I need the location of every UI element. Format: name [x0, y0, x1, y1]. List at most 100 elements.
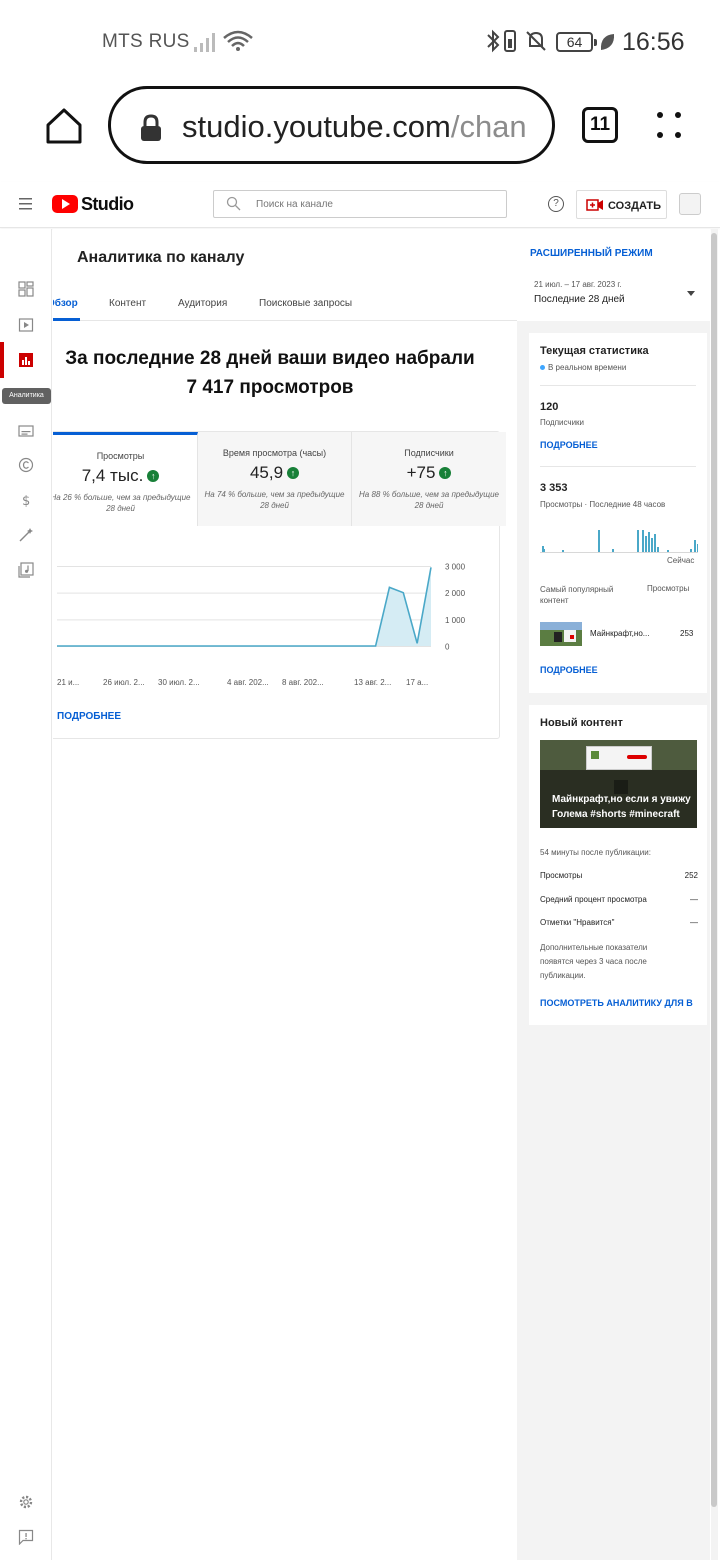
- views-48h-label: Просмотры · Последние 48 часов: [540, 500, 666, 509]
- pending-metrics-note: Дополнительные показатели появятся через…: [540, 943, 648, 980]
- thumbnail-figure: [554, 632, 562, 642]
- monetization-icon[interactable]: $: [18, 492, 34, 508]
- metric-value: +75 ↑: [352, 463, 506, 483]
- stat-row-views: Просмотры 252: [540, 871, 698, 880]
- y-tick-label: 0: [445, 643, 450, 652]
- new-video-thumbnail[interactable]: Майнкрафт,но если я увижу Голема #shorts…: [540, 740, 697, 828]
- x-tick-label: 21 и...: [57, 678, 79, 687]
- live-dot-icon: [540, 365, 545, 370]
- analytics-tooltip: Аналитика: [2, 388, 51, 404]
- metric-value-text: 45,9: [249, 463, 284, 482]
- leaf-icon: [600, 34, 615, 50]
- svg-text:$: $: [22, 494, 30, 508]
- youtube-logo-icon[interactable]: [52, 194, 78, 214]
- realtime-bar: [690, 549, 692, 552]
- analytics-icon[interactable]: [18, 352, 34, 368]
- thumbnail-badge: [570, 635, 574, 639]
- account-avatar[interactable]: [679, 193, 701, 215]
- address-bar[interactable]: studio.youtube.com/chan: [108, 86, 555, 164]
- subscribers-label: Подписчики: [540, 418, 585, 427]
- stat-label: Отметки "Нравится": [540, 918, 615, 927]
- main-content: Аналитика по каналу Обзор Контент Аудито…: [53, 229, 517, 1560]
- chevron-down-icon[interactable]: [687, 291, 695, 296]
- audio-library-icon[interactable]: [18, 562, 34, 578]
- thumbnail-sky: [540, 622, 582, 630]
- content-icon[interactable]: [18, 317, 34, 333]
- search-icon: [226, 196, 241, 211]
- carrier-name: MTS RUS: [102, 31, 190, 52]
- subtitles-icon[interactable]: [18, 423, 34, 439]
- signal-icon: [194, 33, 215, 52]
- create-button[interactable]: СОЗДАТЬ: [576, 190, 667, 219]
- hamburger-menu-icon[interactable]: [18, 197, 34, 211]
- new-content-title: Новый контент: [540, 717, 623, 729]
- scrollbar-thumb[interactable]: [711, 233, 717, 1507]
- realtime-bar: [642, 530, 644, 552]
- realtime-bar: [645, 536, 647, 552]
- live-label-text: В реальном времени: [548, 363, 627, 372]
- stat-row-avg-percent: Средний процент просмотра —: [540, 895, 698, 904]
- wifi-icon: [223, 30, 253, 51]
- realtime-bar: [637, 530, 639, 552]
- bluetooth-icon: [487, 29, 500, 53]
- metric-label: Время просмотра (часы): [222, 448, 327, 458]
- metric-watch-time[interactable]: Время просмотра (часы) 45,9 ↑ На 74 % бол…: [198, 432, 352, 526]
- realtime-bar: [562, 550, 564, 552]
- studio-header: Studio Поиск на канале ? СОЗДАТЬ: [0, 182, 720, 228]
- vibrate-icon: [504, 30, 516, 52]
- realtime-title: Текущая статистика: [540, 345, 649, 357]
- realtime-details-link-1[interactable]: ПОДРОБНЕЕ: [540, 440, 598, 450]
- metric-label: Подписчики: [404, 448, 454, 458]
- studio-brand[interactable]: Studio: [81, 194, 134, 215]
- metric-value-text: +75: [406, 463, 436, 482]
- url-path: /chan: [450, 109, 527, 144]
- advanced-mode-link[interactable]: РАСШИРЕННЫЙ РЕЖИМ: [530, 248, 653, 259]
- metric-value: 7,4 тыс. ↑: [53, 466, 197, 486]
- home-icon[interactable]: [44, 106, 84, 146]
- metric-value: 45,9 ↑: [198, 463, 351, 483]
- metric-views[interactable]: Просмотры 7,4 тыс. ↑ На 26 % больше, чем …: [53, 432, 198, 526]
- x-tick-label: 4 авг. 202...: [227, 678, 269, 687]
- realtime-bar: [654, 534, 656, 552]
- realtime-details-link-2[interactable]: ПОДРОБНЕЕ: [540, 665, 598, 675]
- metric-comparison: На 74 % больше, чем за предыдущие: [204, 490, 345, 499]
- realtime-bar: [694, 540, 696, 552]
- customization-icon[interactable]: [18, 527, 34, 543]
- more-menu-icon[interactable]: [652, 108, 686, 142]
- metric-comparison-period: 28 дней: [106, 504, 135, 513]
- new-video-overlay-title: Майнкрафт,но если я увижу Голема #shorts…: [552, 794, 691, 820]
- page-scrollbar[interactable]: [711, 229, 718, 1560]
- feedback-icon[interactable]: [18, 1529, 34, 1545]
- view-video-analytics-link[interactable]: ПОСМОТРЕТЬ АНАЛИТИКУ ДЛЯ В: [540, 998, 693, 1008]
- clock: 16:56: [622, 28, 685, 56]
- search-input[interactable]: Поиск на канале: [213, 190, 507, 218]
- realtime-bar: [697, 544, 698, 552]
- views-series-line[interactable]: [57, 567, 432, 647]
- now-label: Сейчас: [667, 556, 695, 565]
- tab-audience[interactable]: Аудитория: [178, 298, 227, 309]
- divider: [540, 466, 696, 467]
- tab-content[interactable]: Контент: [109, 298, 146, 309]
- details-link[interactable]: ПОДРОБНЕЕ: [57, 711, 121, 722]
- stat-label: Средний процент просмотра: [540, 895, 647, 904]
- realtime-bar: [648, 532, 650, 552]
- top-video-title[interactable]: Майнкрафт,но...: [590, 629, 649, 638]
- views-48h-count: 3 353: [540, 482, 568, 494]
- metric-comparison: На 26 % больше, чем за предыдущие: [53, 493, 191, 502]
- dashboard-icon[interactable]: [18, 281, 34, 297]
- search-placeholder: Поиск на канале: [256, 199, 333, 210]
- realtime-live-label: В реальном времени: [540, 363, 626, 372]
- date-range-selector[interactable]: Последние 28 дней: [534, 294, 625, 305]
- tab-overview[interactable]: Обзор: [53, 298, 78, 309]
- settings-gear-icon[interactable]: [18, 1494, 34, 1510]
- tab-search-queries[interactable]: Поисковые запросы: [259, 298, 352, 309]
- copyright-icon[interactable]: [18, 457, 34, 473]
- divider: [540, 385, 696, 386]
- top-video-thumbnail[interactable]: [540, 622, 582, 646]
- views-area-fill: [57, 567, 431, 646]
- help-icon[interactable]: ?: [548, 196, 564, 212]
- address-text: studio.youtube.com/chan: [182, 109, 527, 145]
- active-nav-indicator: [0, 342, 4, 378]
- tab-switcher-button[interactable]: 11: [582, 107, 618, 143]
- metric-subscribers[interactable]: Подписчики +75 ↑ На 88 % больше, чем за п…: [352, 432, 506, 526]
